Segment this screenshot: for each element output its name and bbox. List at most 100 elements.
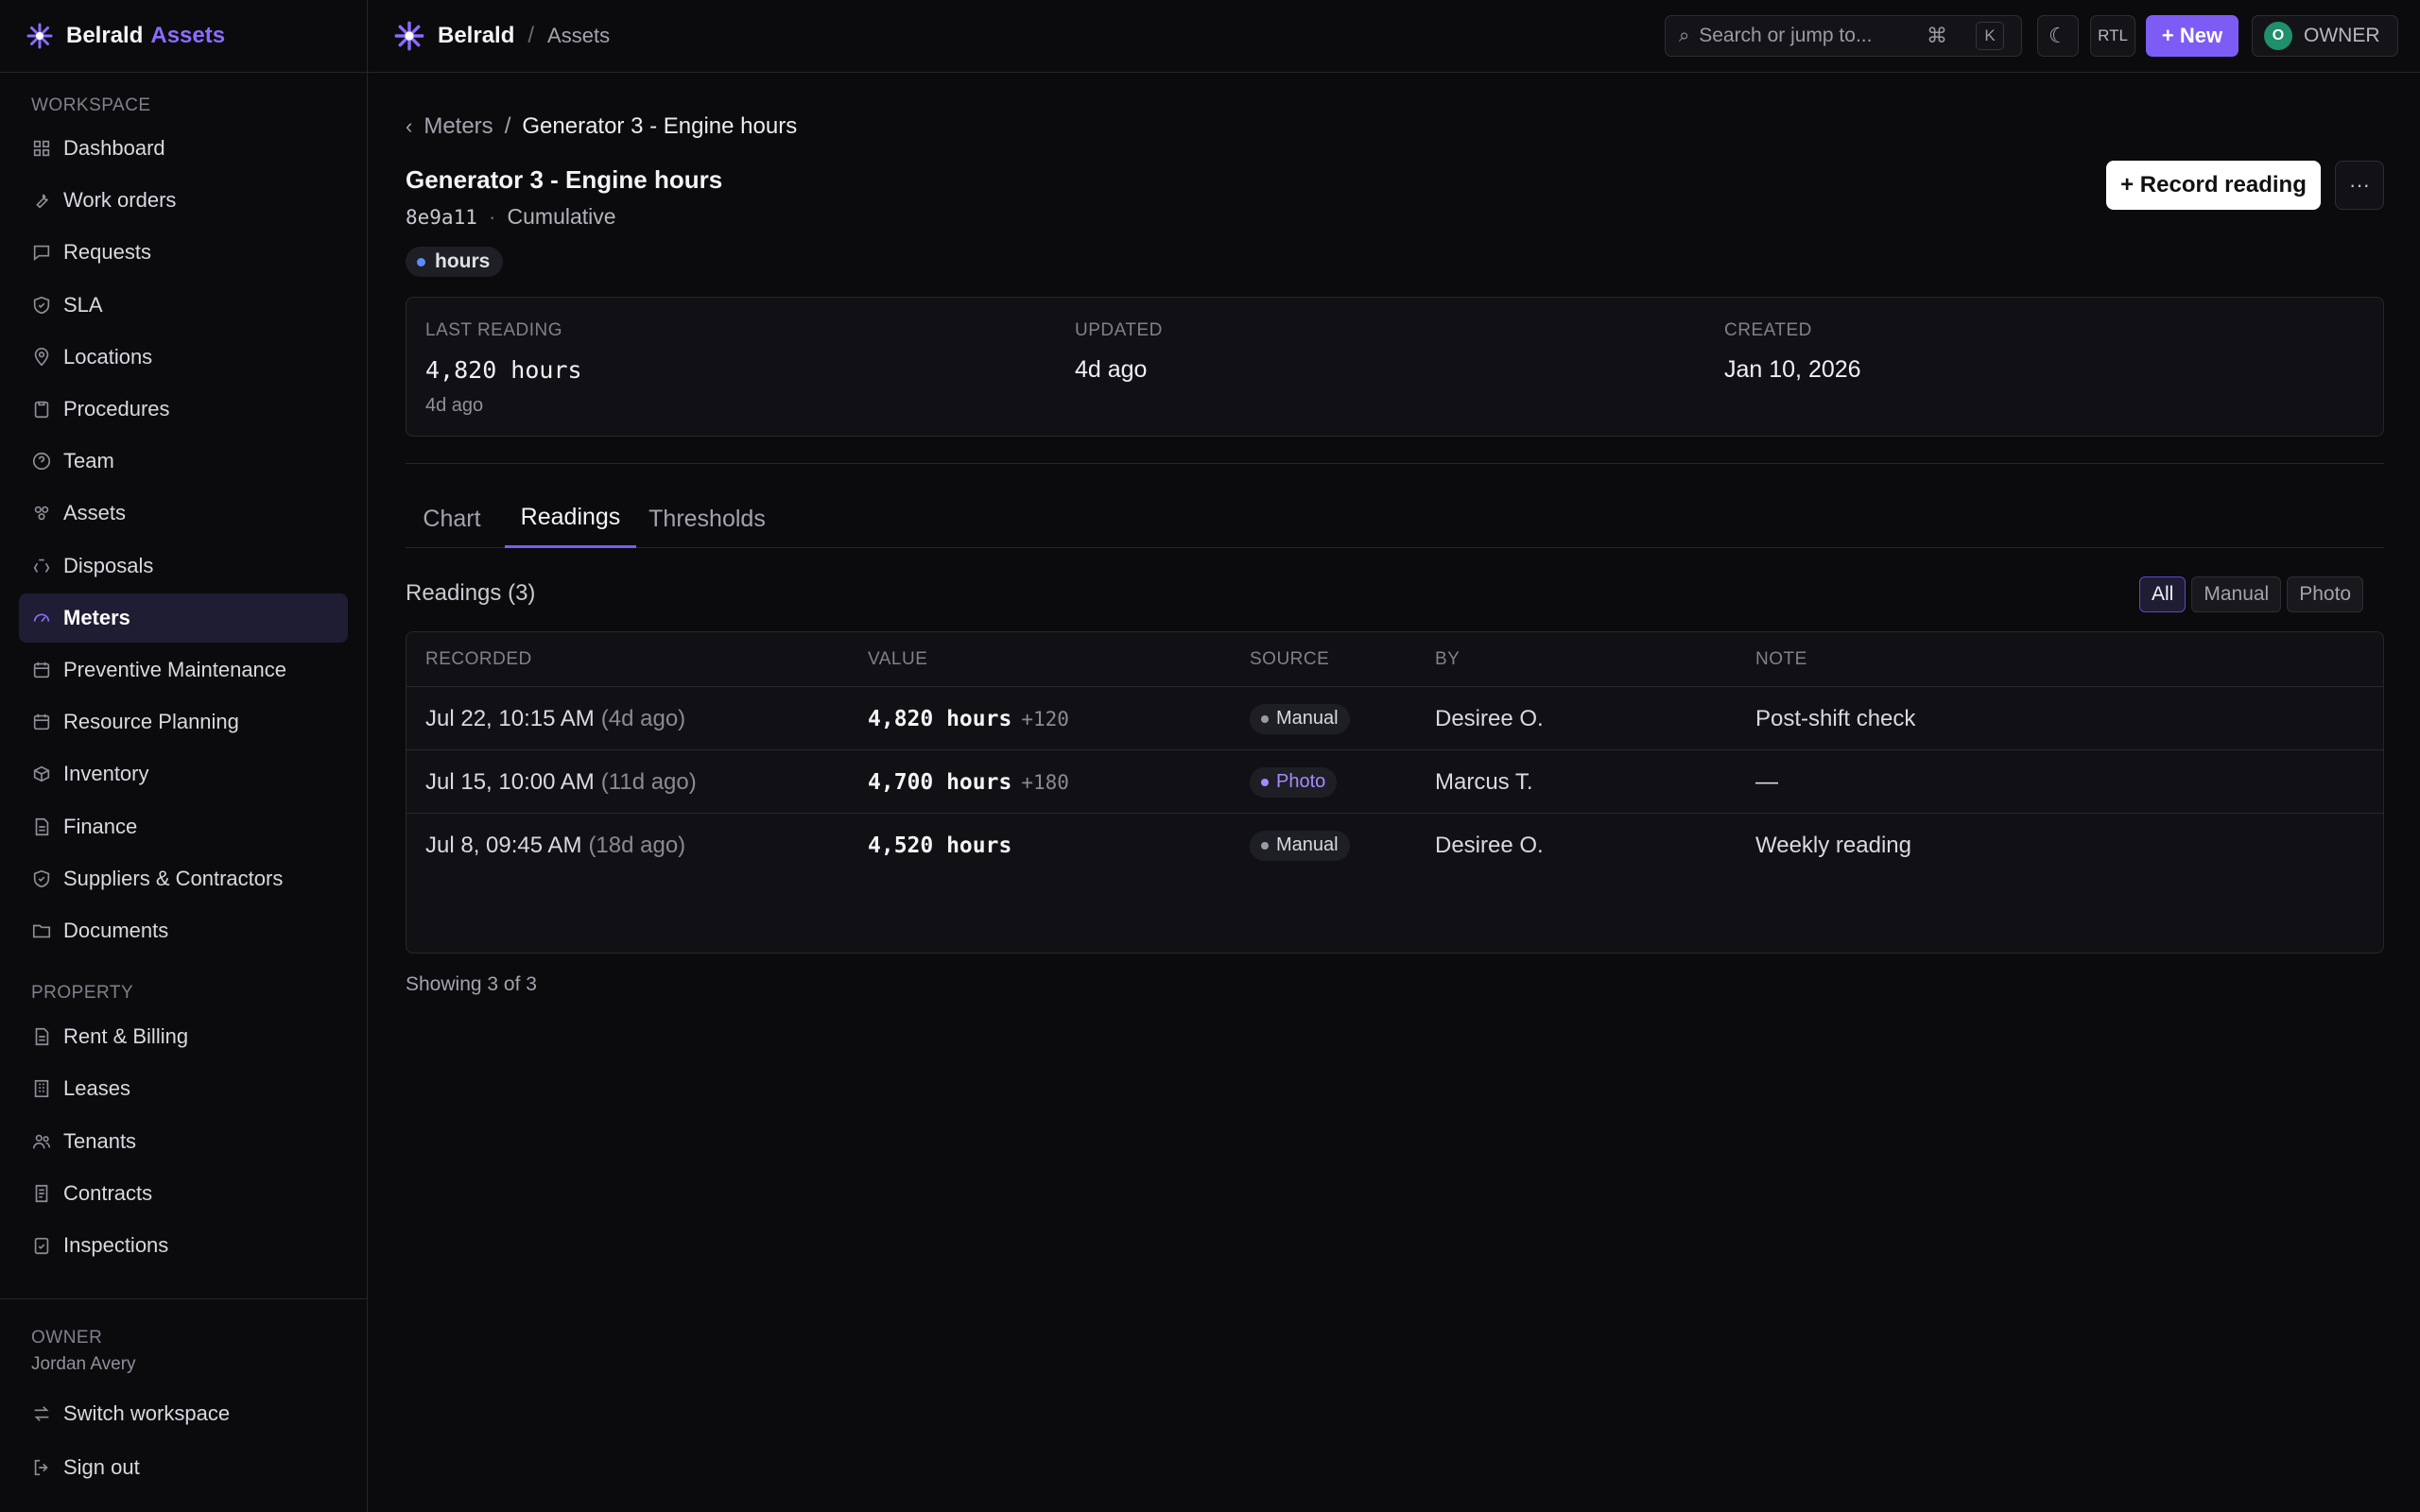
cell-value: 4,820 hours +120	[868, 687, 1069, 750]
cell-value: 4,700 hours +180	[868, 750, 1069, 814]
workspace-section-label: WORKSPACE	[31, 95, 151, 115]
current-section[interactable]: Assets	[547, 24, 610, 48]
source-dot-icon	[1261, 714, 1269, 723]
sidebar-item-label: Suppliers & Contractors	[63, 866, 284, 890]
sidebar-item-finance[interactable]: Finance	[19, 802, 348, 851]
new-button[interactable]: + New	[2146, 15, 2238, 57]
stat-last-reading: LAST READING 4,820 hours 4d ago	[425, 320, 582, 417]
source-badge: Manual	[1250, 830, 1350, 861]
col-recorded[interactable]: RECORDED	[425, 649, 532, 670]
sidebar-item-procedures[interactable]: Procedures	[19, 385, 348, 434]
sidebar-item-rent-and-billing[interactable]: Rent & Billing	[19, 1012, 348, 1061]
property-section-label: PROPERTY	[31, 983, 134, 1003]
recorded-relative: (4d ago)	[600, 705, 686, 731]
search-input[interactable]: ⌕ Search or jump to... ⌘ K	[1665, 15, 2022, 57]
sidebar-item-contracts[interactable]: Contracts	[19, 1169, 348, 1218]
filter-photo[interactable]: Photo	[2287, 576, 2364, 612]
sidebar-item-locations[interactable]: Locations	[19, 333, 348, 382]
table-row[interactable]: Jul 22, 10:15 AM (4d ago) 4,820 hours +120 M…	[406, 687, 2383, 750]
col-note[interactable]: NOTE	[1755, 649, 1807, 670]
theme-toggle-button[interactable]: ☾	[2037, 15, 2079, 57]
table-row[interactable]: Jul 15, 10:00 AM (11d ago) 4,700 hours +180…	[406, 750, 2383, 814]
recorded-by: Desiree O.	[1435, 705, 1544, 731]
switch-workspace-button[interactable]: Switch workspace	[19, 1389, 348, 1438]
clipboard-check-icon	[31, 1235, 52, 1256]
chevron-left-icon[interactable]: ‹	[406, 114, 412, 139]
sidebar-item-label: Leases	[63, 1076, 130, 1101]
col-by[interactable]: BY	[1435, 649, 1460, 670]
cell-by: Desiree O.	[1435, 814, 1544, 877]
tab-chart[interactable]: Chart	[406, 490, 498, 548]
sidebar-item-suppliers-and-contractors[interactable]: Suppliers & Contractors	[19, 854, 348, 903]
sidebar: Belrald Assets WORKSPACE Dashboard Work o…	[0, 0, 368, 1512]
sidebar-item-resource-planning[interactable]: Resource Planning	[19, 697, 348, 747]
filter-manual[interactable]: Manual	[2191, 576, 2282, 612]
sidebar-item-label: Work orders	[63, 188, 177, 213]
sidebar-item-assets[interactable]: Assets	[19, 489, 348, 538]
readings-heading: Readings (3)	[406, 580, 536, 606]
col-value[interactable]: VALUE	[868, 649, 927, 670]
sidebar-item-label: Tenants	[63, 1128, 137, 1153]
account-menu-button[interactable]: O OWNER	[2252, 15, 2398, 57]
cell-note: Post-shift check	[1755, 687, 1915, 750]
building-icon	[31, 1078, 52, 1099]
brand[interactable]: Belrald Assets	[0, 0, 367, 73]
stat-label: LAST READING	[425, 320, 563, 340]
sidebar-item-team[interactable]: Team	[19, 437, 348, 486]
record-reading-button[interactable]: + Record reading	[2106, 161, 2321, 210]
source-badge: Photo	[1250, 766, 1338, 798]
sidebar-item-inventory[interactable]: Inventory	[19, 749, 348, 799]
tab-readings[interactable]: Readings	[505, 490, 636, 548]
document-icon	[31, 1026, 52, 1047]
cell-source: Manual	[1250, 814, 1350, 877]
unit-label: hours	[435, 250, 491, 272]
col-source[interactable]: SOURCE	[1250, 649, 1329, 670]
sign-out-icon	[31, 1457, 52, 1478]
sidebar-item-label: Team	[63, 449, 114, 473]
tab-thresholds[interactable]: Thresholds	[644, 490, 770, 548]
sidebar-item-label: Locations	[63, 344, 153, 369]
brand-product: Assets	[150, 23, 226, 48]
org-name[interactable]: Belrald	[438, 23, 514, 49]
more-options-button[interactable]: ···	[2335, 161, 2384, 210]
sidebar-item-meters[interactable]: Meters	[19, 593, 348, 643]
sidebar-item-dashboard[interactable]: Dashboard	[19, 124, 348, 173]
topbar: Belrald / Assets ⌕ Search or jump to... …	[368, 0, 2420, 73]
sidebar-item-tenants[interactable]: Tenants	[19, 1117, 348, 1166]
table-header: RECORDED VALUE SOURCE BY NOTE	[406, 632, 2383, 687]
folder-icon	[31, 920, 52, 941]
filter-all[interactable]: All	[2139, 576, 2187, 612]
footer-role: OWNER	[31, 1328, 103, 1348]
users-icon	[31, 1131, 52, 1152]
cell-source: Photo	[1250, 750, 1338, 814]
sidebar-item-disposals[interactable]: Disposals	[19, 541, 348, 591]
sidebar-item-documents[interactable]: Documents	[19, 906, 348, 955]
rtl-toggle-button[interactable]: RTL	[2090, 15, 2135, 57]
sidebar-item-label: Disposals	[63, 553, 154, 577]
table-row[interactable]: Jul 8, 09:45 AM (18d ago) 4,520 hours Manua…	[406, 814, 2383, 877]
source-badge: Manual	[1250, 703, 1350, 734]
breadcrumb-separator: /	[527, 23, 535, 48]
sidebar-item-requests[interactable]: Requests	[19, 228, 348, 277]
sign-out-button[interactable]: Sign out	[19, 1443, 348, 1492]
sidebar-item-inspections[interactable]: Inspections	[19, 1221, 348, 1270]
calendar-icon	[31, 660, 52, 680]
sidebar-item-leases[interactable]: Leases	[19, 1064, 348, 1113]
moon-icon: ☾	[2048, 24, 2067, 47]
cell-by: Desiree O.	[1435, 687, 1544, 750]
recorded-relative: (18d ago)	[588, 832, 686, 858]
grid-icon	[31, 138, 52, 159]
source-label: Manual	[1276, 834, 1339, 855]
cell-recorded: Jul 8, 09:45 AM (18d ago)	[425, 814, 685, 877]
sidebar-item-work-orders[interactable]: Work orders	[19, 176, 348, 225]
stat-label: CREATED	[1724, 320, 1812, 340]
breadcrumb-meters-link[interactable]: Meters	[424, 113, 493, 140]
sidebar-item-sla[interactable]: SLA	[19, 281, 348, 330]
sidebar-item-label: Preventive Maintenance	[63, 658, 287, 681]
breadcrumb-separator: /	[504, 113, 511, 139]
source-dot-icon	[1261, 778, 1269, 786]
breadcrumb: ‹ Meters / Generator 3 - Engine hours	[406, 113, 797, 140]
tab-bar: Chart Readings Thresholds	[406, 490, 2384, 548]
shield-icon	[31, 295, 52, 316]
sidebar-item-preventive-maintenance[interactable]: Preventive Maintenance	[19, 645, 348, 695]
